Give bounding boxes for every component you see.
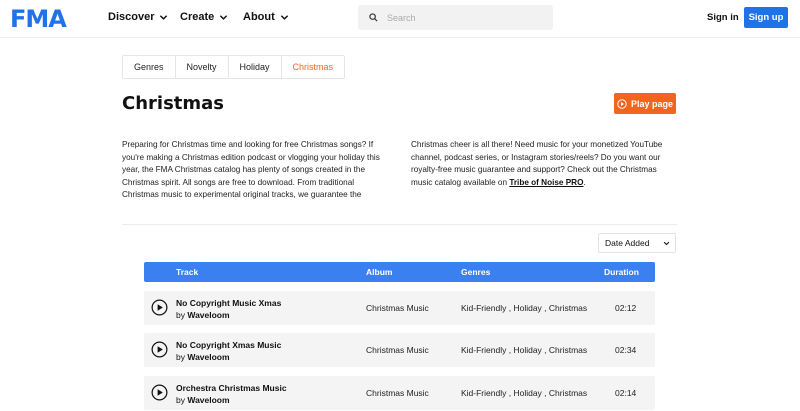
track-title[interactable]: No Copyright Xmas Music	[176, 340, 281, 350]
genre-separator: ,	[541, 303, 549, 313]
column-header-album[interactable]: Album	[366, 267, 392, 277]
nav-create-label: Create	[180, 11, 215, 23]
track-album[interactable]: Christmas Music	[366, 303, 429, 313]
track-duration: 02:34	[615, 345, 637, 355]
signin-link[interactable]: Sign in	[707, 12, 739, 23]
site-header: FMA Discover Create About Sign in Sign u…	[0, 0, 800, 38]
fma-logo[interactable]: FMA	[10, 5, 67, 33]
tab-novelty[interactable]: Novelty	[176, 56, 229, 78]
search-bar	[358, 5, 553, 30]
play-page-button[interactable]: Play page	[614, 93, 676, 114]
search-input[interactable]	[387, 12, 537, 23]
track-row: No Copyright Xmas Music by Waveloom Chri…	[144, 333, 655, 367]
search-icon	[369, 13, 378, 22]
nav-about-label: About	[243, 11, 275, 23]
track-album[interactable]: Christmas Music	[366, 345, 429, 355]
tribe-of-noise-link[interactable]: Tribe of Noise PRO	[509, 178, 583, 187]
track-artist-line: by Waveloom	[176, 352, 230, 362]
genre-link[interactable]: Holiday	[513, 388, 541, 398]
track-by: by	[176, 352, 185, 362]
nav-discover[interactable]: Discover	[108, 11, 168, 23]
play-track-icon[interactable]	[151, 299, 168, 316]
genre-link[interactable]: Kid-Friendly	[461, 303, 506, 313]
track-row: Orchestra Christmas Music by Waveloom Ch…	[144, 376, 655, 410]
chevron-down-icon	[160, 14, 168, 20]
track-artist[interactable]: Waveloom	[187, 310, 229, 320]
nav-about[interactable]: About	[243, 11, 289, 23]
play-circle-icon	[617, 98, 627, 109]
chevron-down-icon	[663, 241, 670, 246]
track-artist-line: by Waveloom	[176, 310, 230, 320]
genre-separator: ,	[541, 345, 549, 355]
track-title[interactable]: Orchestra Christmas Music	[176, 383, 287, 393]
track-duration: 02:12	[615, 303, 637, 313]
column-header-genres[interactable]: Genres	[461, 267, 490, 277]
track-genres: Kid-Friendly , Holiday , Christmas	[461, 388, 587, 398]
description-right: Christmas cheer is all there! Need music…	[411, 139, 673, 189]
tab-christmas[interactable]: Christmas	[282, 56, 345, 78]
genre-link[interactable]: Kid-Friendly	[461, 388, 506, 398]
column-header-track[interactable]: Track	[176, 267, 198, 277]
column-header-duration[interactable]: Duration	[604, 267, 639, 277]
chevron-down-icon	[220, 14, 228, 20]
track-table-header: Track Album Genres Duration	[144, 262, 655, 282]
sort-selected-value: Date Added	[605, 238, 650, 248]
section-divider	[122, 224, 677, 225]
track-artist[interactable]: Waveloom	[187, 352, 229, 362]
genre-breadcrumb-tabs: Genres Novelty Holiday Christmas	[122, 55, 346, 79]
track-by: by	[176, 310, 185, 320]
genre-link[interactable]: Christmas	[549, 388, 587, 398]
page-title: Christmas	[122, 93, 225, 114]
track-album[interactable]: Christmas Music	[366, 388, 429, 398]
nav-create[interactable]: Create	[180, 11, 228, 23]
genre-link[interactable]: Holiday	[513, 303, 541, 313]
track-artist-line: by Waveloom	[176, 395, 230, 405]
signup-button[interactable]: Sign up	[744, 7, 788, 28]
chevron-down-icon	[280, 14, 288, 20]
genre-link[interactable]: Holiday	[513, 345, 541, 355]
tab-genres[interactable]: Genres	[123, 56, 176, 78]
play-track-icon[interactable]	[151, 341, 168, 358]
description-right-end: .	[583, 177, 586, 187]
track-duration: 02:14	[615, 388, 637, 398]
nav-discover-label: Discover	[108, 11, 155, 23]
description-left: Preparing for Christmas time and looking…	[122, 140, 380, 199]
track-artist[interactable]: Waveloom	[187, 395, 229, 405]
genre-link[interactable]: Kid-Friendly	[461, 345, 506, 355]
track-row: No Copyright Music Xmas by Waveloom Chri…	[144, 291, 655, 325]
track-title[interactable]: No Copyright Music Xmas	[176, 298, 281, 308]
genre-link[interactable]: Christmas	[549, 303, 587, 313]
track-genres: Kid-Friendly , Holiday , Christmas	[461, 303, 587, 313]
genre-separator: ,	[541, 388, 549, 398]
track-by: by	[176, 395, 185, 405]
tab-holiday[interactable]: Holiday	[229, 56, 282, 78]
sort-select[interactable]: Date Added	[598, 233, 676, 253]
play-track-icon[interactable]	[151, 384, 168, 401]
track-genres: Kid-Friendly , Holiday , Christmas	[461, 345, 587, 355]
play-page-label: Play page	[630, 98, 674, 109]
genre-link[interactable]: Christmas	[549, 345, 587, 355]
